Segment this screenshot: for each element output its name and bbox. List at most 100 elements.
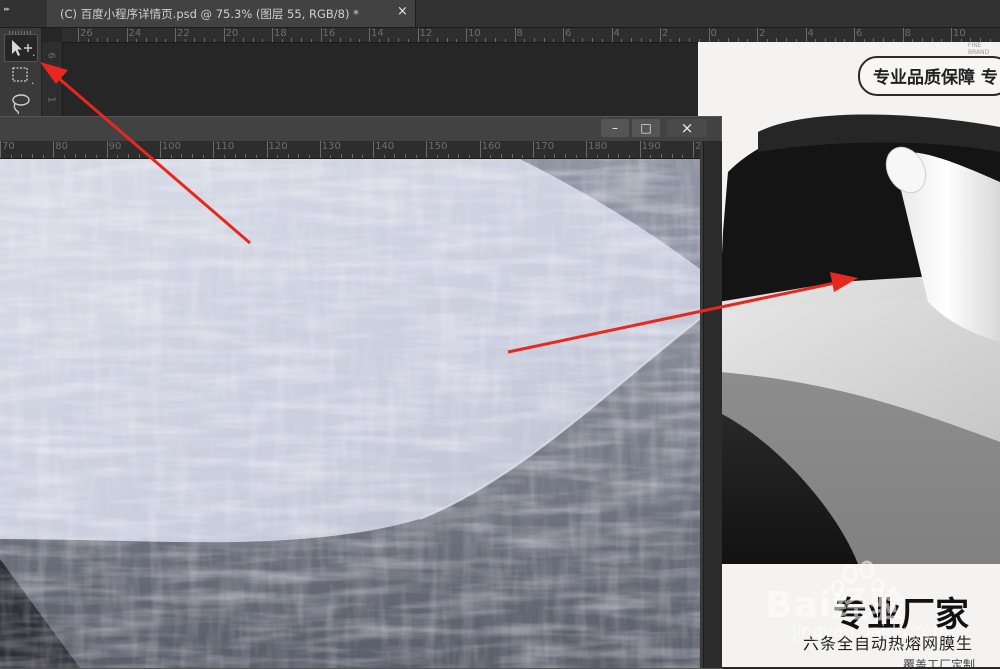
move-tool-button[interactable] <box>4 34 38 62</box>
tools-panel <box>0 28 42 118</box>
ruler-minor-tick <box>469 155 470 158</box>
ruler-label: 100 <box>162 141 181 152</box>
ruler-tick <box>693 141 694 158</box>
ruler-label: 160 <box>482 141 501 152</box>
ruler-tick <box>78 28 79 42</box>
lasso-icon <box>4 90 36 116</box>
ruler-minor-tick <box>573 39 574 42</box>
ruler-tick <box>418 28 419 42</box>
panel-collapse-icon[interactable]: ▸▸ <box>4 5 16 13</box>
ruler-minor-tick <box>437 155 438 158</box>
ruler-label: 6 <box>565 28 571 39</box>
background-horizontal-ruler: 262422201816141210864202468101214161820 <box>62 28 1000 43</box>
ruler-label: 1 <box>46 96 57 102</box>
ruler-tick <box>320 141 321 158</box>
ruler-label: 170 <box>535 141 554 152</box>
nonwoven-fabric-photo <box>0 159 700 668</box>
ruler-minor-tick <box>682 155 683 158</box>
ruler-label: 140 <box>375 141 394 152</box>
move-arrow-icon <box>5 35 37 61</box>
ruler-label: 4 <box>808 28 814 39</box>
ruler-minor-tick <box>427 39 428 42</box>
ruler-minor-tick <box>277 155 278 158</box>
ruler-minor-tick <box>309 155 310 158</box>
ruler-minor-tick <box>149 155 150 158</box>
window-vertical-scrollbar[interactable] <box>703 141 722 668</box>
ruler-label: 190 <box>642 141 661 152</box>
ruler-minor-tick <box>379 39 380 42</box>
ruler-minor-tick <box>165 39 166 42</box>
ruler-tick <box>533 141 534 158</box>
close-tab-icon[interactable]: × <box>397 4 408 19</box>
lasso-tool-button[interactable] <box>4 90 36 116</box>
ruler-minor-tick <box>670 39 671 42</box>
ruler-label: 180 <box>588 141 607 152</box>
preview-brand-text: FINE BRAND <box>968 42 1000 56</box>
ruler-minor-tick <box>650 155 651 158</box>
watermark-url: jingyan.baidu.com <box>792 622 949 642</box>
ruler-minor-tick <box>235 154 236 158</box>
ruler-minor-tick <box>505 39 506 42</box>
ruler-label: 120 <box>269 141 288 152</box>
ruler-minor-tick <box>224 155 225 158</box>
ruler-tick <box>107 141 108 158</box>
ruler-label: 20 <box>695 141 700 152</box>
ruler-tick <box>586 141 587 158</box>
background-vertical-ruler: 6 1 <box>42 42 63 118</box>
document-tab[interactable]: (C) 百度小程序详情页.psd @ 75.3% (图层 55, RGB/8) … <box>47 0 416 27</box>
ruler-minor-tick <box>679 38 680 42</box>
ruler-label: 6 <box>46 52 57 58</box>
ruler-minor-tick <box>553 39 554 42</box>
ruler-minor-tick <box>650 39 651 42</box>
ruler-minor-tick <box>311 39 312 42</box>
ruler-minor-tick <box>631 38 632 42</box>
ruler-label: 110 <box>215 141 234 152</box>
document-tab-bar: ▸▸ (C) 百度小程序详情页.psd @ 75.3% (图层 55, RGB/… <box>0 0 1000 28</box>
ruler-label: 2 <box>759 28 765 39</box>
ruler-minor-tick <box>672 154 673 158</box>
floating-document-window[interactable]: – □ × 7080901001101201301401501601701801… <box>0 116 722 669</box>
ruler-minor-tick <box>262 39 263 42</box>
minimize-button[interactable]: – <box>601 119 629 137</box>
ruler-tick <box>757 28 758 42</box>
ruler-minor-tick <box>641 38 642 42</box>
ruler-tick <box>224 28 225 42</box>
ruler-label: 26 <box>80 28 93 39</box>
ruler-minor-tick <box>448 154 449 158</box>
ruler-minor-tick <box>330 39 331 42</box>
ruler-minor-tick <box>203 155 204 158</box>
ruler-minor-tick <box>204 38 205 42</box>
ruler-tick <box>53 141 54 158</box>
ruler-minor-tick <box>458 154 459 158</box>
marquee-tool-button[interactable] <box>4 62 36 88</box>
ruler-tick <box>373 141 374 158</box>
ruler-label: 20 <box>226 28 239 39</box>
maximize-button[interactable]: □ <box>632 119 660 137</box>
ruler-tick <box>854 28 855 42</box>
ruler-minor-tick <box>350 38 351 42</box>
ruler-minor-tick <box>495 38 496 42</box>
ruler-minor-tick <box>602 39 603 42</box>
ruler-minor-tick <box>171 155 172 158</box>
ruler-minor-tick <box>194 38 195 42</box>
ruler-minor-tick <box>416 155 417 158</box>
ruler-minor-tick <box>485 38 486 42</box>
ruler-minor-tick <box>32 154 33 158</box>
ruler-minor-tick <box>139 154 140 158</box>
ruler-minor-tick <box>64 155 65 158</box>
ruler-minor-tick <box>301 38 302 42</box>
close-window-button[interactable]: × <box>667 119 707 137</box>
ruler-minor-tick <box>394 154 395 158</box>
ruler-minor-tick <box>447 38 448 42</box>
ruler-label: 80 <box>55 141 68 152</box>
ruler-label: 8 <box>517 28 523 39</box>
ruler-minor-tick <box>341 154 342 158</box>
ruler-label: 12 <box>420 28 433 39</box>
ruler-label: 150 <box>428 141 447 152</box>
window-titlebar[interactable]: – □ × <box>0 117 721 141</box>
ruler-label: 0 <box>711 28 717 39</box>
ruler-tick <box>806 28 807 42</box>
ruler-label: 2 <box>662 28 668 39</box>
ruler-tick <box>660 28 661 42</box>
ruler-label: 10 <box>468 28 481 39</box>
